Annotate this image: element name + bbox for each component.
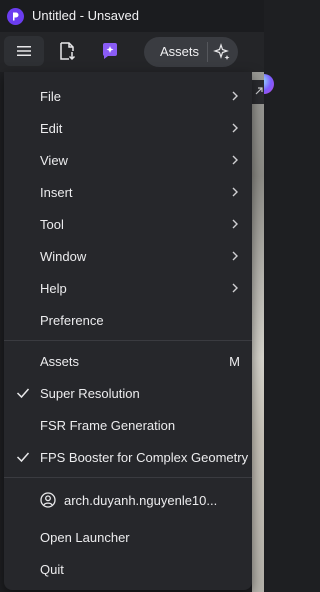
menu-item-label: Super Resolution <box>40 385 140 401</box>
shortcut-hint: M <box>229 353 240 369</box>
menu-item-label: Help <box>40 280 67 296</box>
toolbar: Assets <box>0 32 274 94</box>
menu-item-label: Insert <box>40 184 73 200</box>
chevron-right-icon <box>232 91 238 101</box>
title-bar: Untitled - Unsaved <box>0 0 264 32</box>
chevron-right-icon <box>232 187 238 197</box>
menu-item-label: File <box>40 88 61 104</box>
menu-item-quit[interactable]: Quit <box>4 553 252 585</box>
menu-item-super-resolution[interactable]: Super Resolution <box>4 377 252 409</box>
menu-item-label: Assets <box>40 353 80 369</box>
menu-item-label: Edit <box>40 120 63 136</box>
checkmark-icon <box>16 452 30 463</box>
chevron-right-icon <box>232 219 238 229</box>
menu-item-view[interactable]: View <box>4 144 252 176</box>
ai-assistant-icon[interactable] <box>100 41 120 61</box>
assets-toggle[interactable]: Assets <box>144 37 238 67</box>
app-logo-icon[interactable] <box>7 8 24 25</box>
chevron-right-icon <box>232 123 238 133</box>
menu-item-label: View <box>40 152 68 168</box>
assets-toggle-label: Assets <box>160 44 200 59</box>
hamburger-icon <box>17 46 31 56</box>
chevron-right-icon <box>232 283 238 293</box>
sparkle-icon[interactable] <box>212 42 232 62</box>
menu-item-label: Window <box>40 248 87 264</box>
main-menu-button[interactable] <box>4 36 44 66</box>
viewport-control[interactable] <box>252 80 264 104</box>
expand-icon <box>255 87 263 95</box>
menu-divider <box>4 477 252 478</box>
pill-divider <box>207 42 208 62</box>
import-file-icon[interactable] <box>57 41 77 61</box>
menu-item-edit[interactable]: Edit <box>4 112 252 144</box>
menu-item-file[interactable]: File <box>4 80 252 112</box>
menu-item-open-launcher[interactable]: Open Launcher <box>4 521 252 553</box>
window-title: Untitled - Unsaved <box>32 8 139 23</box>
checkmark-icon <box>16 388 30 399</box>
menu-item-label: FPS Booster for Complex Geometry <box>40 449 249 465</box>
menu-item-label: Preference <box>40 312 104 328</box>
menu-item-fps-booster[interactable]: FPS Booster for Complex Geometry <box>4 441 252 473</box>
menu-item-help[interactable]: Help <box>4 272 252 304</box>
menu-item-account[interactable]: arch.duyanh.nguyenle10... <box>4 484 252 516</box>
menu-item-tool[interactable]: Tool <box>4 208 252 240</box>
account-email: arch.duyanh.nguyenle10... <box>64 492 218 508</box>
menu-item-label: Quit <box>40 561 64 577</box>
menu-item-label: Open Launcher <box>40 529 130 545</box>
menu-divider <box>4 340 252 341</box>
menu-item-insert[interactable]: Insert <box>4 176 252 208</box>
chevron-right-icon <box>232 155 238 165</box>
chevron-right-icon <box>232 251 238 261</box>
menu-item-window[interactable]: Window <box>4 240 252 272</box>
main-menu-dropdown: File Edit View Insert Tool Window Help P… <box>4 72 252 590</box>
account-icon <box>40 492 56 508</box>
menu-item-label: Tool <box>40 216 64 232</box>
menu-item-label: FSR Frame Generation <box>40 417 176 433</box>
menu-item-assets[interactable]: Assets M <box>4 345 252 377</box>
menu-item-fsr-frame-generation[interactable]: FSR Frame Generation <box>4 409 252 441</box>
viewport-canvas[interactable] <box>252 72 264 592</box>
menu-item-preference[interactable]: Preference <box>4 304 252 336</box>
